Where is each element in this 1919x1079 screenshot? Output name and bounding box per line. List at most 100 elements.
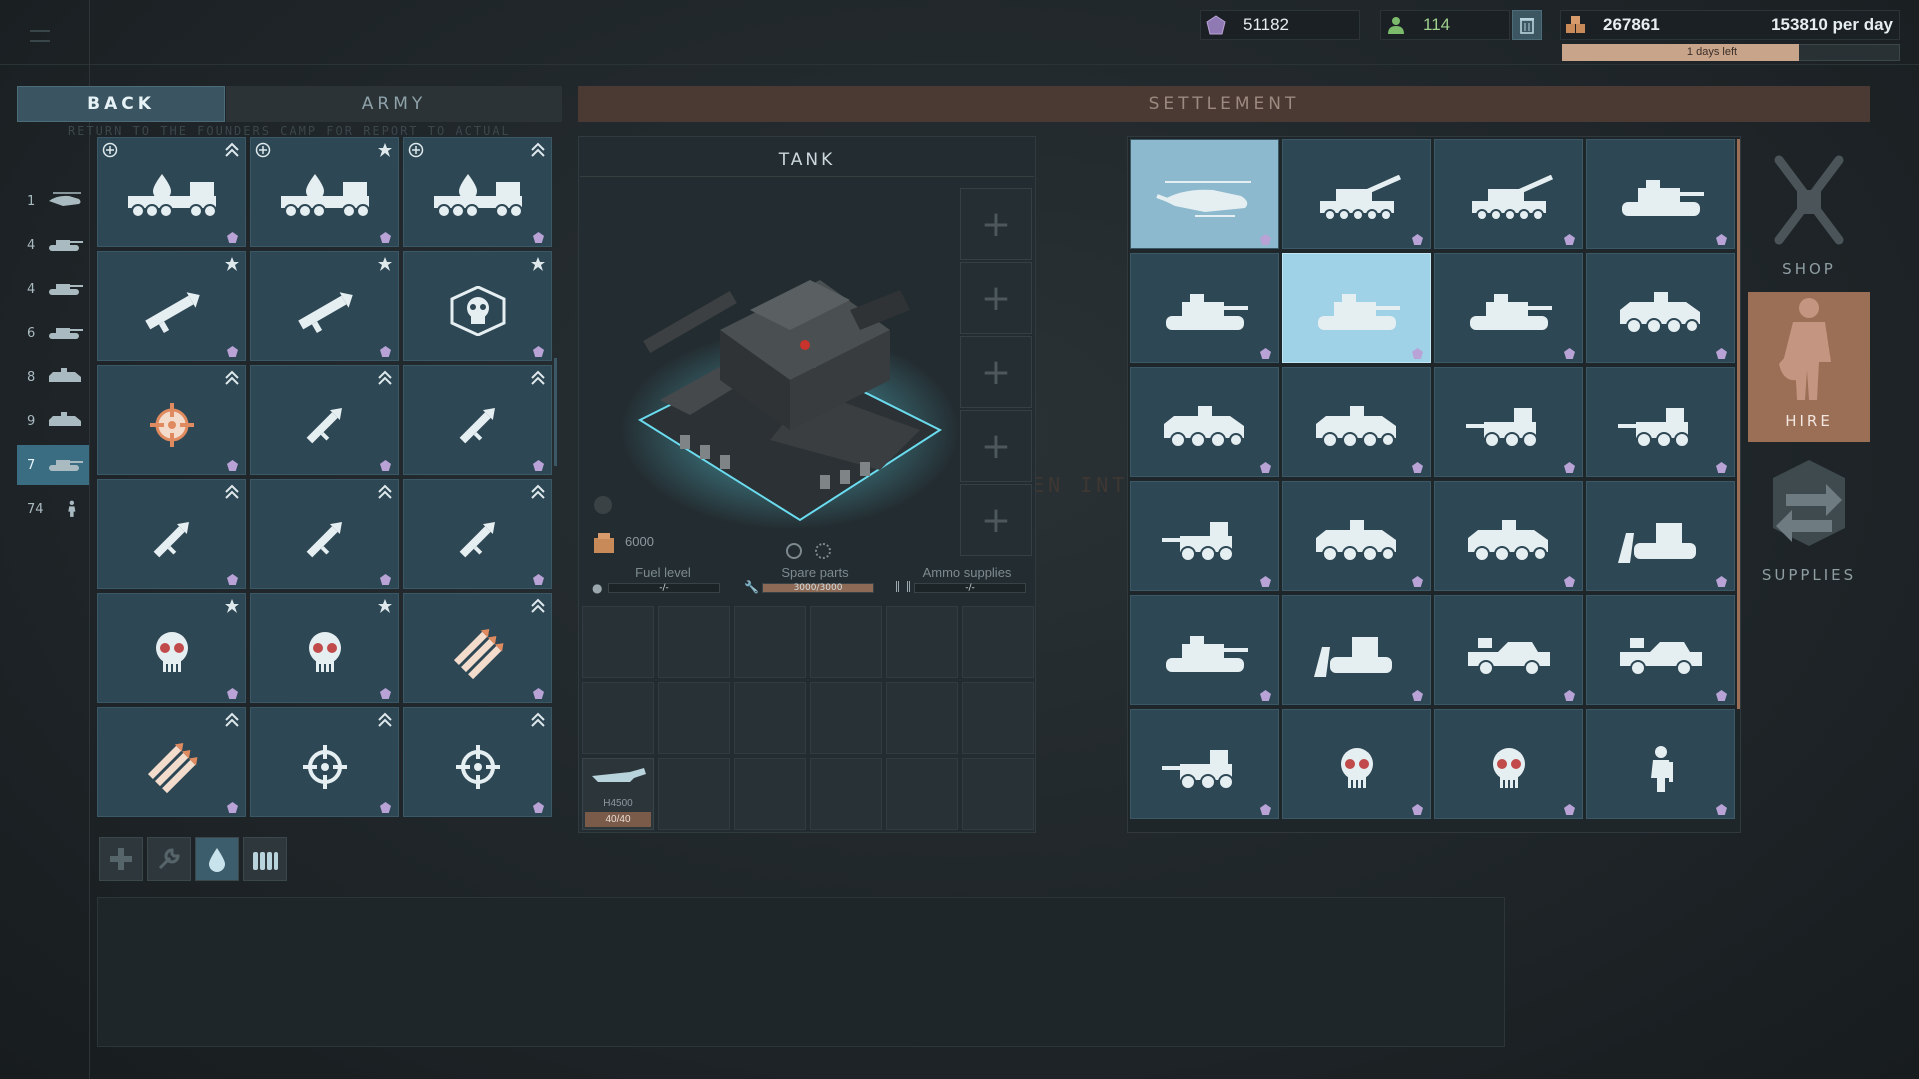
army-card[interactable] [97,137,246,247]
card-cost [227,232,241,243]
inventory-slot[interactable] [658,606,730,678]
settlement-card[interactable] [1130,481,1279,591]
army-card[interactable] [97,251,246,361]
settlement-card[interactable] [1434,481,1583,591]
settlement-card[interactable] [1282,367,1431,477]
army-card[interactable] [97,365,246,475]
inventory-slot[interactable] [962,606,1034,678]
equip-slot-3[interactable]: + [960,336,1032,408]
ammo-button[interactable] [243,837,287,881]
settlement-card[interactable] [1434,367,1583,477]
inventory-slot[interactable] [658,758,730,830]
refuel-button[interactable] [195,837,239,881]
army-card[interactable] [403,479,552,589]
inventory-slot[interactable] [734,682,806,754]
army-card[interactable] [250,479,399,589]
equip-slot-1[interactable]: + [960,188,1032,260]
inventory-slot[interactable] [582,682,654,754]
shop-button[interactable]: SHOP [1748,140,1870,290]
supplies-button[interactable]: SUPPLIES [1748,446,1870,596]
artillery-icon [1283,170,1430,228]
repair-button[interactable] [147,837,191,881]
sidebar-category[interactable]: 1 [17,181,89,221]
settlement-card[interactable] [1130,253,1279,363]
inventory-slot[interactable] [962,682,1034,754]
settlement-card[interactable] [1434,595,1583,705]
settlement-card[interactable] [1434,139,1583,249]
army-card[interactable] [250,593,399,703]
inventory-slot[interactable] [810,682,882,754]
trash-button[interactable] [1512,10,1542,40]
army-card[interactable] [97,479,246,589]
army-scrollbar[interactable] [554,358,557,466]
sidebar-category[interactable]: 74 [17,489,89,529]
settlement-card[interactable] [1586,481,1735,591]
sidebar-count: 6 [27,325,36,341]
settlement-card[interactable] [1586,139,1735,249]
chevron-icon [530,142,546,158]
settlement-card[interactable] [1434,709,1583,819]
army-card[interactable] [97,593,246,703]
army-card[interactable] [403,137,552,247]
crystal-icon [380,232,391,243]
army-card[interactable] [403,251,552,361]
settlement-card[interactable] [1586,253,1735,363]
army-card[interactable] [403,593,552,703]
settlement-card[interactable] [1130,139,1279,249]
inventory-slot[interactable] [582,606,654,678]
settlement-card[interactable] [1130,367,1279,477]
sidebar-category[interactable]: 4 [17,269,89,309]
crystal-icon [227,460,238,471]
settlement-card[interactable] [1282,253,1431,363]
army-card[interactable] [250,365,399,475]
inventory-slot[interactable] [810,606,882,678]
army-card[interactable] [250,707,399,817]
target-icon [786,543,802,559]
settlement-card[interactable] [1586,709,1735,819]
inventory-slot[interactable] [886,606,958,678]
settlement-card[interactable] [1282,139,1431,249]
inventory-slot[interactable] [886,682,958,754]
settlement-card[interactable] [1434,253,1583,363]
inventory-slot[interactable] [734,758,806,830]
settlement-scrollbar[interactable] [1737,139,1740,709]
settlement-card[interactable] [1586,367,1735,477]
card-cost [1716,690,1730,701]
tank-icon [49,284,84,295]
sidebar-category[interactable]: 9 [17,401,89,441]
heal-button[interactable] [99,837,143,881]
army-card[interactable] [250,251,399,361]
sidebar-category[interactable]: 7 [17,445,89,485]
equip-slot-4[interactable]: + [960,410,1032,482]
apc-icon [49,412,82,426]
army-card[interactable] [250,137,399,247]
inventory-slot[interactable] [886,758,958,830]
back-button[interactable]: BACK [17,86,225,122]
settlement-card[interactable] [1130,709,1279,819]
sidebar-category[interactable]: 6 [17,313,89,353]
sidebar-category[interactable]: 4 [17,225,89,265]
crystal-icon [1716,804,1727,815]
inventory-slot[interactable] [810,758,882,830]
army-card[interactable] [97,707,246,817]
equip-slot-2[interactable]: + [960,262,1032,334]
crystal-icon [1260,234,1271,245]
inventory-slot[interactable] [962,758,1034,830]
settlement-card[interactable] [1586,595,1735,705]
sidebar-category[interactable]: 8 [17,357,89,397]
settings-gear-icon[interactable] [815,543,831,559]
menu-icon[interactable] [30,30,50,42]
card-cost [227,802,241,813]
card-cost [380,802,394,813]
army-card[interactable] [403,365,552,475]
inventory-slot[interactable] [658,682,730,754]
settlement-card[interactable] [1282,709,1431,819]
settlement-card[interactable] [1282,595,1431,705]
apc-icon [1283,512,1430,570]
settlement-card[interactable] [1282,481,1431,591]
settlement-card[interactable] [1130,595,1279,705]
equip-slot-5[interactable]: + [960,484,1032,556]
hire-button[interactable]: HIRE [1748,292,1870,442]
inventory-slot[interactable] [734,606,806,678]
army-card[interactable] [403,707,552,817]
